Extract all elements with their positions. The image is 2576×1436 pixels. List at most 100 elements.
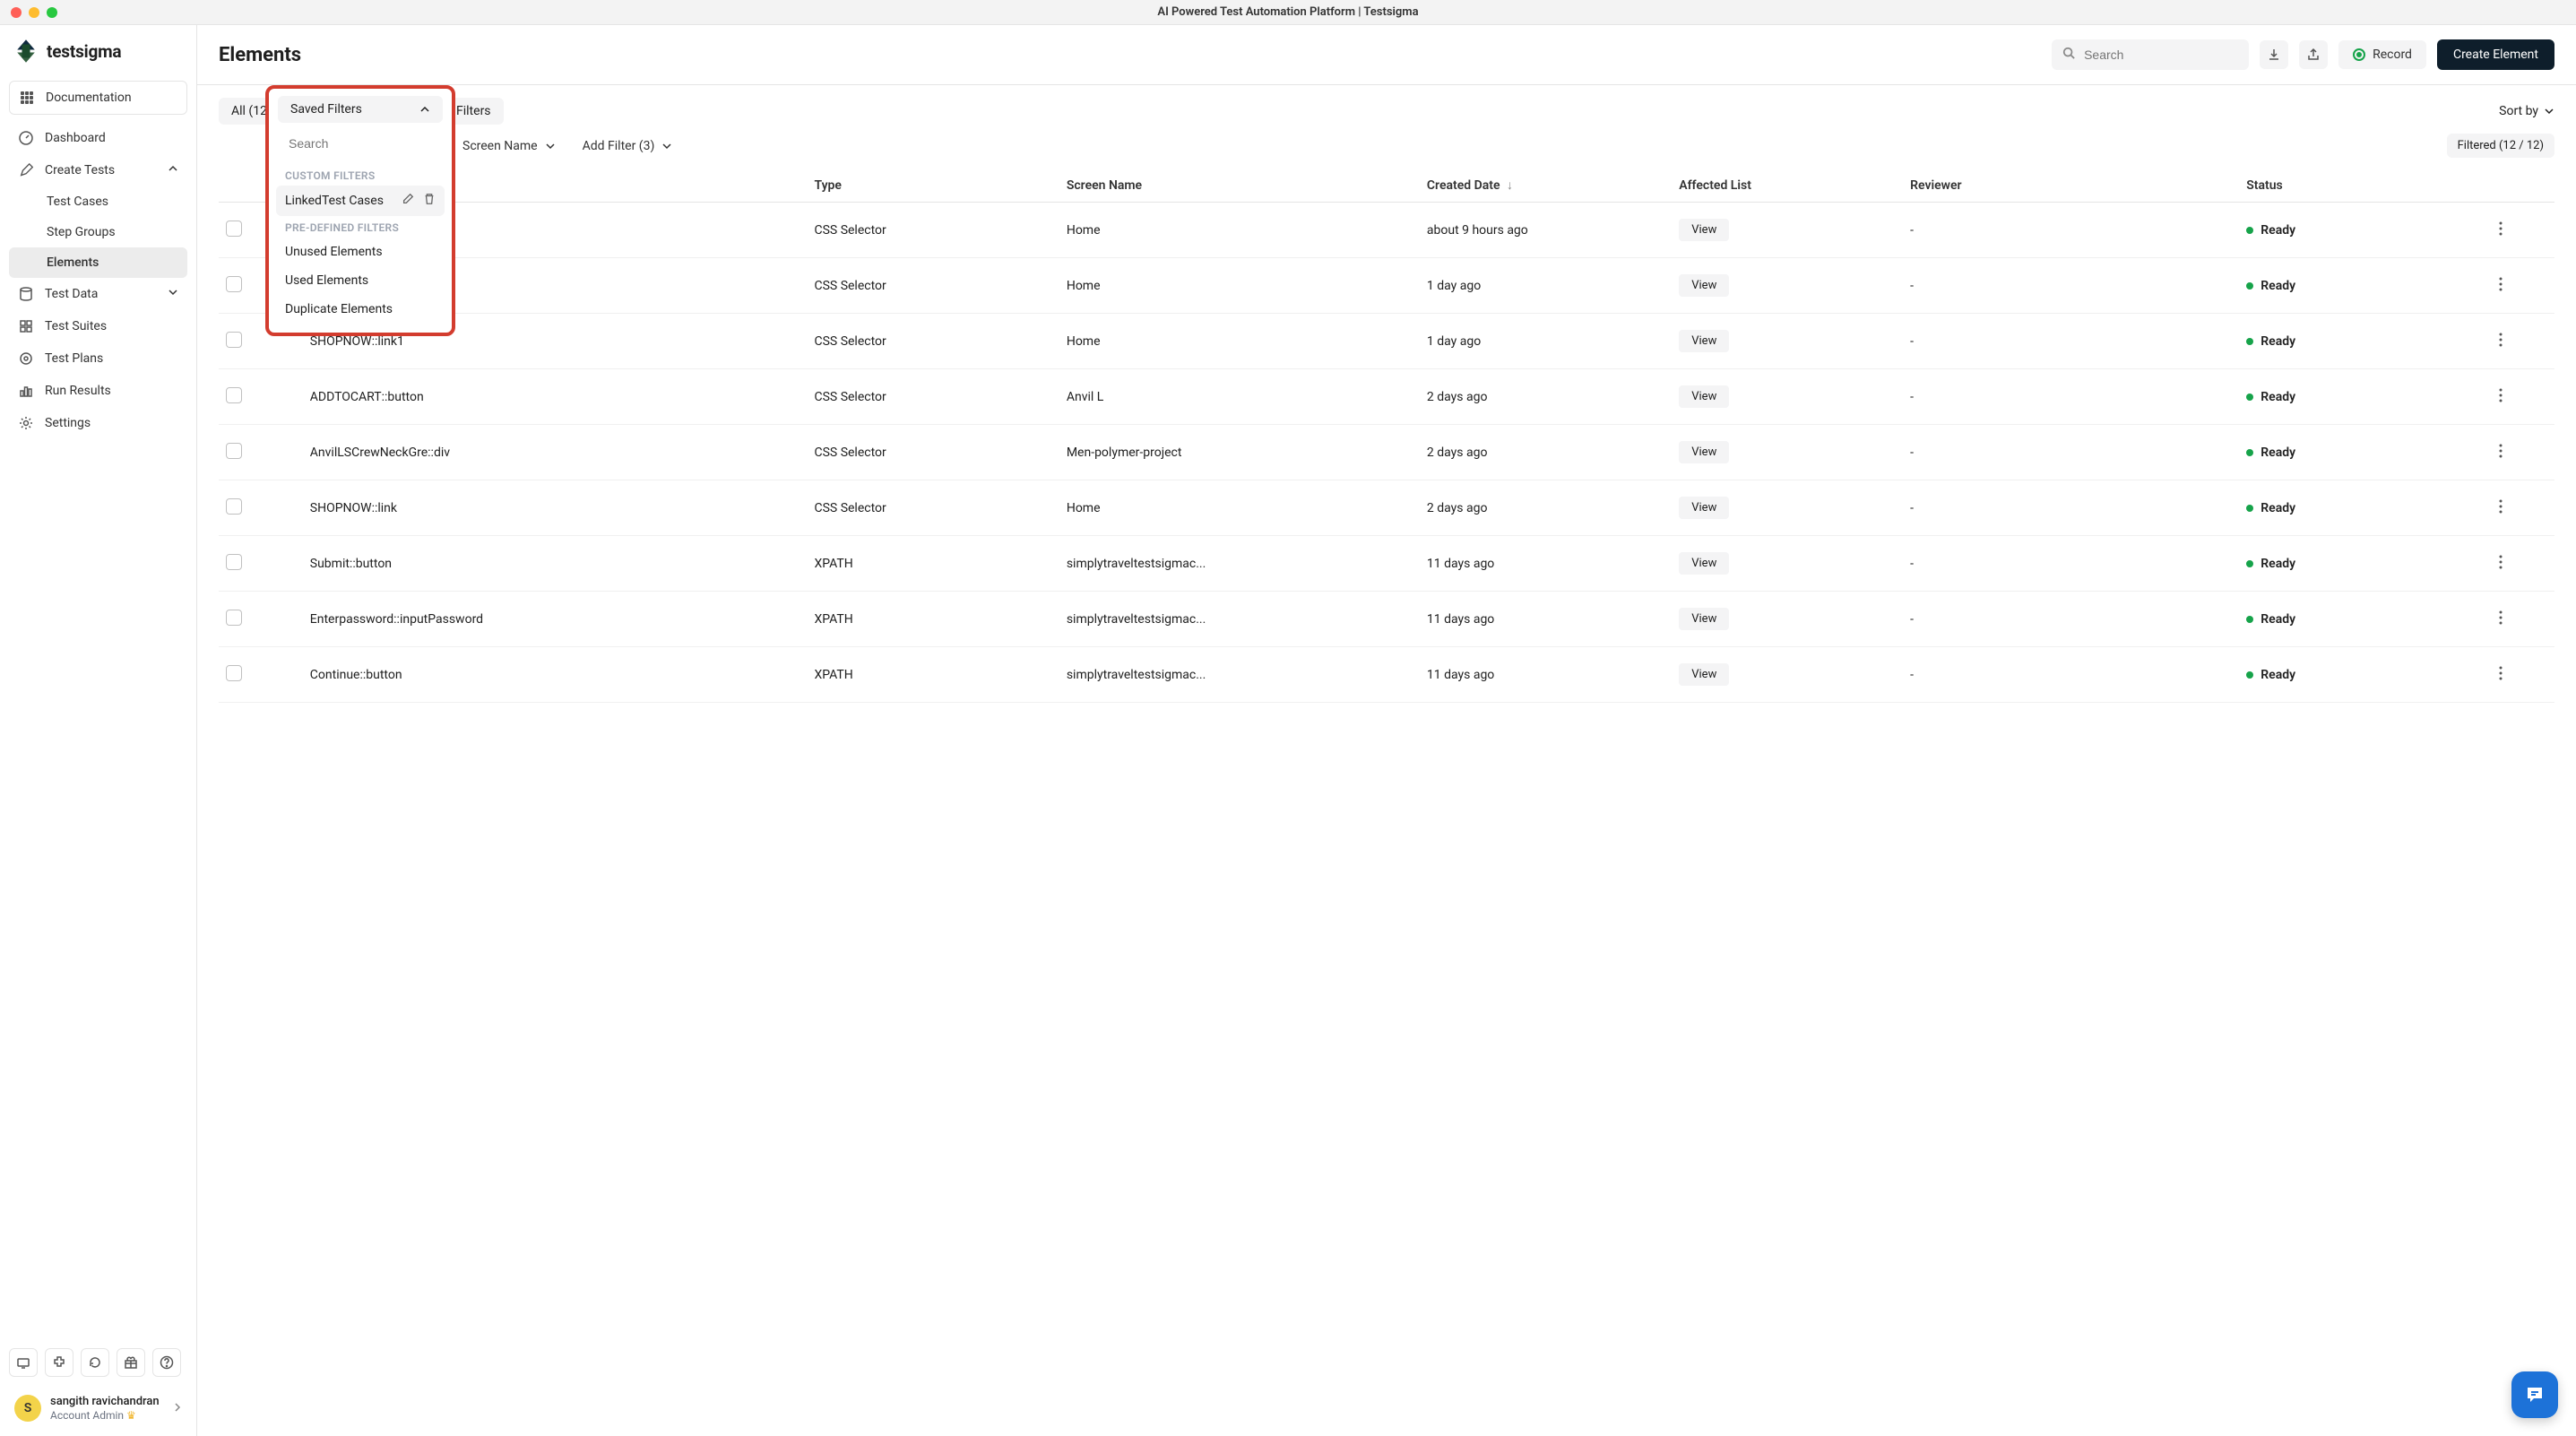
- sidebar-item-test-cases[interactable]: Test Cases: [9, 186, 187, 217]
- predefined-filter-item[interactable]: Duplicate Elements: [276, 295, 445, 324]
- delete-filter-icon[interactable]: [423, 193, 436, 209]
- screen-name-filter-label: Screen Name: [462, 139, 538, 153]
- row-more-button[interactable]: [2492, 480, 2554, 536]
- saved-filters-search-input[interactable]: [287, 135, 453, 151]
- row-more-button[interactable]: [2492, 425, 2554, 480]
- saved-filters-label: Saved Filters: [290, 102, 362, 117]
- cell-affected: View: [1672, 647, 1903, 703]
- refresh-icon[interactable]: [81, 1348, 109, 1377]
- row-checkbox[interactable]: [226, 276, 242, 292]
- cell-created: about 9 hours ago: [1420, 203, 1672, 258]
- edit-filter-icon[interactable]: [402, 193, 414, 209]
- extension-icon[interactable]: [45, 1348, 73, 1377]
- sidebar-item-elements[interactable]: Elements: [9, 247, 187, 278]
- sort-by-dropdown[interactable]: Sort by: [2499, 104, 2554, 118]
- agent-icon[interactable]: [9, 1348, 38, 1377]
- screen-name-filter[interactable]: Screen Name: [462, 139, 556, 153]
- chat-button[interactable]: [2511, 1371, 2558, 1418]
- custom-filter-label: LinkedTest Cases: [285, 194, 384, 208]
- view-affected-button[interactable]: View: [1679, 608, 1729, 630]
- custom-filter-item[interactable]: LinkedTest Cases: [276, 186, 445, 216]
- cell-status: Ready: [2239, 536, 2491, 592]
- minimize-window-icon[interactable]: [29, 7, 39, 18]
- predefined-filter-item[interactable]: Used Elements: [276, 266, 445, 295]
- view-affected-button[interactable]: View: [1679, 219, 1729, 241]
- sidebar-item-step-groups[interactable]: Step Groups: [9, 217, 187, 247]
- sidebar-item-label: Test Plans: [45, 351, 103, 366]
- sidebar-item-run-results[interactable]: Run Results: [9, 375, 187, 407]
- saved-filters-button[interactable]: Saved Filters: [278, 96, 443, 123]
- view-affected-button[interactable]: View: [1679, 330, 1729, 352]
- create-element-button[interactable]: Create Element: [2437, 39, 2554, 70]
- gift-icon[interactable]: [117, 1348, 145, 1377]
- search-input-wrapper[interactable]: [2052, 39, 2249, 70]
- row-more-button[interactable]: [2492, 647, 2554, 703]
- row-checkbox[interactable]: [226, 665, 242, 681]
- cell-type: CSS Selector: [807, 314, 1059, 369]
- view-affected-button[interactable]: View: [1679, 552, 1729, 575]
- cell-status: Ready: [2239, 369, 2491, 425]
- column-affected-list[interactable]: Affected List: [1672, 169, 1903, 203]
- record-button[interactable]: Record: [2338, 40, 2426, 69]
- sort-by-label: Sort by: [2499, 104, 2538, 118]
- cell-screen: Home: [1059, 480, 1420, 536]
- sidebar-item-documentation[interactable]: Documentation: [9, 81, 187, 115]
- row-checkbox[interactable]: [226, 443, 242, 459]
- table-row: AnvilLSCrewNeckGre::div CSS Selector Men…: [219, 425, 2554, 480]
- add-filter-dropdown[interactable]: Add Filter (3): [583, 139, 673, 153]
- main-content: Elements Record Create Element All (: [197, 25, 2576, 1436]
- row-checkbox[interactable]: [226, 554, 242, 570]
- cell-reviewer: -: [1903, 314, 2239, 369]
- predefined-filters-section-label: PRE-DEFINED FILTERS: [276, 216, 445, 238]
- row-more-button[interactable]: [2492, 258, 2554, 314]
- row-checkbox[interactable]: [226, 387, 242, 403]
- view-affected-button[interactable]: View: [1679, 497, 1729, 519]
- sidebar-item-dashboard[interactable]: Dashboard: [9, 122, 187, 154]
- sidebar-item-label: Test Suites: [45, 319, 107, 333]
- row-checkbox[interactable]: [226, 332, 242, 348]
- chevron-down-icon: [2544, 106, 2554, 117]
- column-screen-name[interactable]: Screen Name: [1059, 169, 1420, 203]
- sidebar-item-test-suites[interactable]: Test Suites: [9, 310, 187, 342]
- view-affected-button[interactable]: View: [1679, 274, 1729, 297]
- column-type[interactable]: Type: [807, 169, 1059, 203]
- view-affected-button[interactable]: View: [1679, 663, 1729, 686]
- sidebar-item-test-plans[interactable]: Test Plans: [9, 342, 187, 375]
- predefined-filter-item[interactable]: Unused Elements: [276, 238, 445, 266]
- column-reviewer[interactable]: Reviewer: [1903, 169, 2239, 203]
- cell-screen: Home: [1059, 258, 1420, 314]
- sidebar-item-create-tests[interactable]: Create Tests: [9, 154, 187, 186]
- row-checkbox[interactable]: [226, 498, 242, 515]
- column-status[interactable]: Status: [2239, 169, 2491, 203]
- close-window-icon[interactable]: [11, 7, 22, 18]
- cell-affected: View: [1672, 258, 1903, 314]
- download-button[interactable]: [2260, 40, 2288, 69]
- sidebar-item-settings[interactable]: Settings: [9, 407, 187, 439]
- view-affected-button[interactable]: View: [1679, 441, 1729, 463]
- add-filter-label: Add Filter (3): [583, 139, 655, 153]
- cell-affected: View: [1672, 592, 1903, 647]
- row-more-button[interactable]: [2492, 592, 2554, 647]
- row-more-button[interactable]: [2492, 536, 2554, 592]
- column-created-date[interactable]: Created Date ↓: [1420, 169, 1672, 203]
- table-row: SHOPNOW::link1 CSS Selector Home 1 day a…: [219, 314, 2554, 369]
- cell-status: Ready: [2239, 647, 2491, 703]
- sidebar-item-test-data[interactable]: Test Data: [9, 278, 187, 310]
- filter-toolbar: All (12) Hide Filters Sort by Saved Filt…: [197, 85, 2576, 132]
- cell-created: 2 days ago: [1420, 369, 1672, 425]
- row-more-button[interactable]: [2492, 369, 2554, 425]
- user-menu[interactable]: S sangith ravichandran Account Admin ♛: [9, 1389, 187, 1427]
- maximize-window-icon[interactable]: [47, 7, 57, 18]
- record-icon: [2353, 48, 2365, 61]
- row-checkbox[interactable]: [226, 221, 242, 237]
- table-row: Enterpassword::inputPassword XPATH simpl…: [219, 592, 2554, 647]
- row-checkbox[interactable]: [226, 610, 242, 626]
- saved-filters-search[interactable]: [278, 128, 443, 159]
- help-icon[interactable]: [152, 1348, 181, 1377]
- row-more-button[interactable]: [2492, 314, 2554, 369]
- row-more-button[interactable]: [2492, 203, 2554, 258]
- export-button[interactable]: [2299, 40, 2328, 69]
- search-input[interactable]: [2082, 47, 2248, 63]
- view-affected-button[interactable]: View: [1679, 385, 1729, 408]
- cell-type: CSS Selector: [807, 480, 1059, 536]
